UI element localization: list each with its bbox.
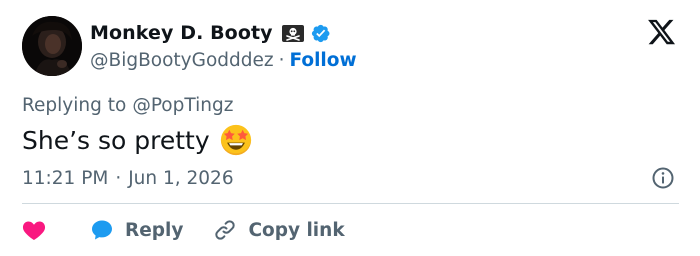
tweet-action-bar: Reply Copy link xyxy=(22,215,345,245)
link-icon xyxy=(213,218,237,242)
copy-link-label: Copy link xyxy=(248,219,345,241)
x-logo-icon[interactable] xyxy=(646,17,677,47)
reply-label: Reply xyxy=(125,219,184,241)
avatar[interactable] xyxy=(22,16,82,76)
separator-dot: · xyxy=(278,49,285,71)
replying-to-line: Replying to @PopTingz xyxy=(22,92,233,118)
embedded-tweet-card: Monkey D. Booty @BigBootyGodddez · Follo… xyxy=(0,0,700,256)
tweet-time: 11:21 PM xyxy=(22,167,109,189)
pirate-flag-icon xyxy=(281,24,304,42)
tweet-timestamp[interactable]: 11:21 PM · Jun 1, 2026 xyxy=(22,165,234,191)
reply-bubble-icon xyxy=(90,218,114,242)
copy-link-button[interactable]: Copy link xyxy=(213,218,345,242)
tweet-text: She’s so pretty xyxy=(22,122,252,158)
verified-badge-icon xyxy=(310,23,331,44)
tweet-text-content: She’s so pretty xyxy=(22,125,210,155)
author-name-row: Monkey D. Booty xyxy=(90,20,331,46)
follow-button[interactable]: Follow xyxy=(289,50,356,71)
star-struck-emoji-icon xyxy=(220,124,252,156)
like-button[interactable] xyxy=(22,219,46,241)
timestamp-separator: · xyxy=(115,167,122,189)
tweet-date: Jun 1, 2026 xyxy=(128,167,234,189)
info-icon[interactable] xyxy=(651,166,675,190)
heart-icon xyxy=(22,219,46,241)
author-display-name[interactable]: Monkey D. Booty xyxy=(90,22,273,44)
author-handle[interactable]: @BigBootyGodddez xyxy=(90,50,274,71)
replying-to-prefix: Replying to xyxy=(22,94,127,116)
author-handle-row: @BigBootyGodddez · Follow xyxy=(90,47,357,73)
replying-to-mention[interactable]: @PopTingz xyxy=(132,95,233,116)
reply-button[interactable]: Reply xyxy=(90,218,183,242)
divider xyxy=(22,203,679,204)
avatar-image xyxy=(22,16,82,76)
